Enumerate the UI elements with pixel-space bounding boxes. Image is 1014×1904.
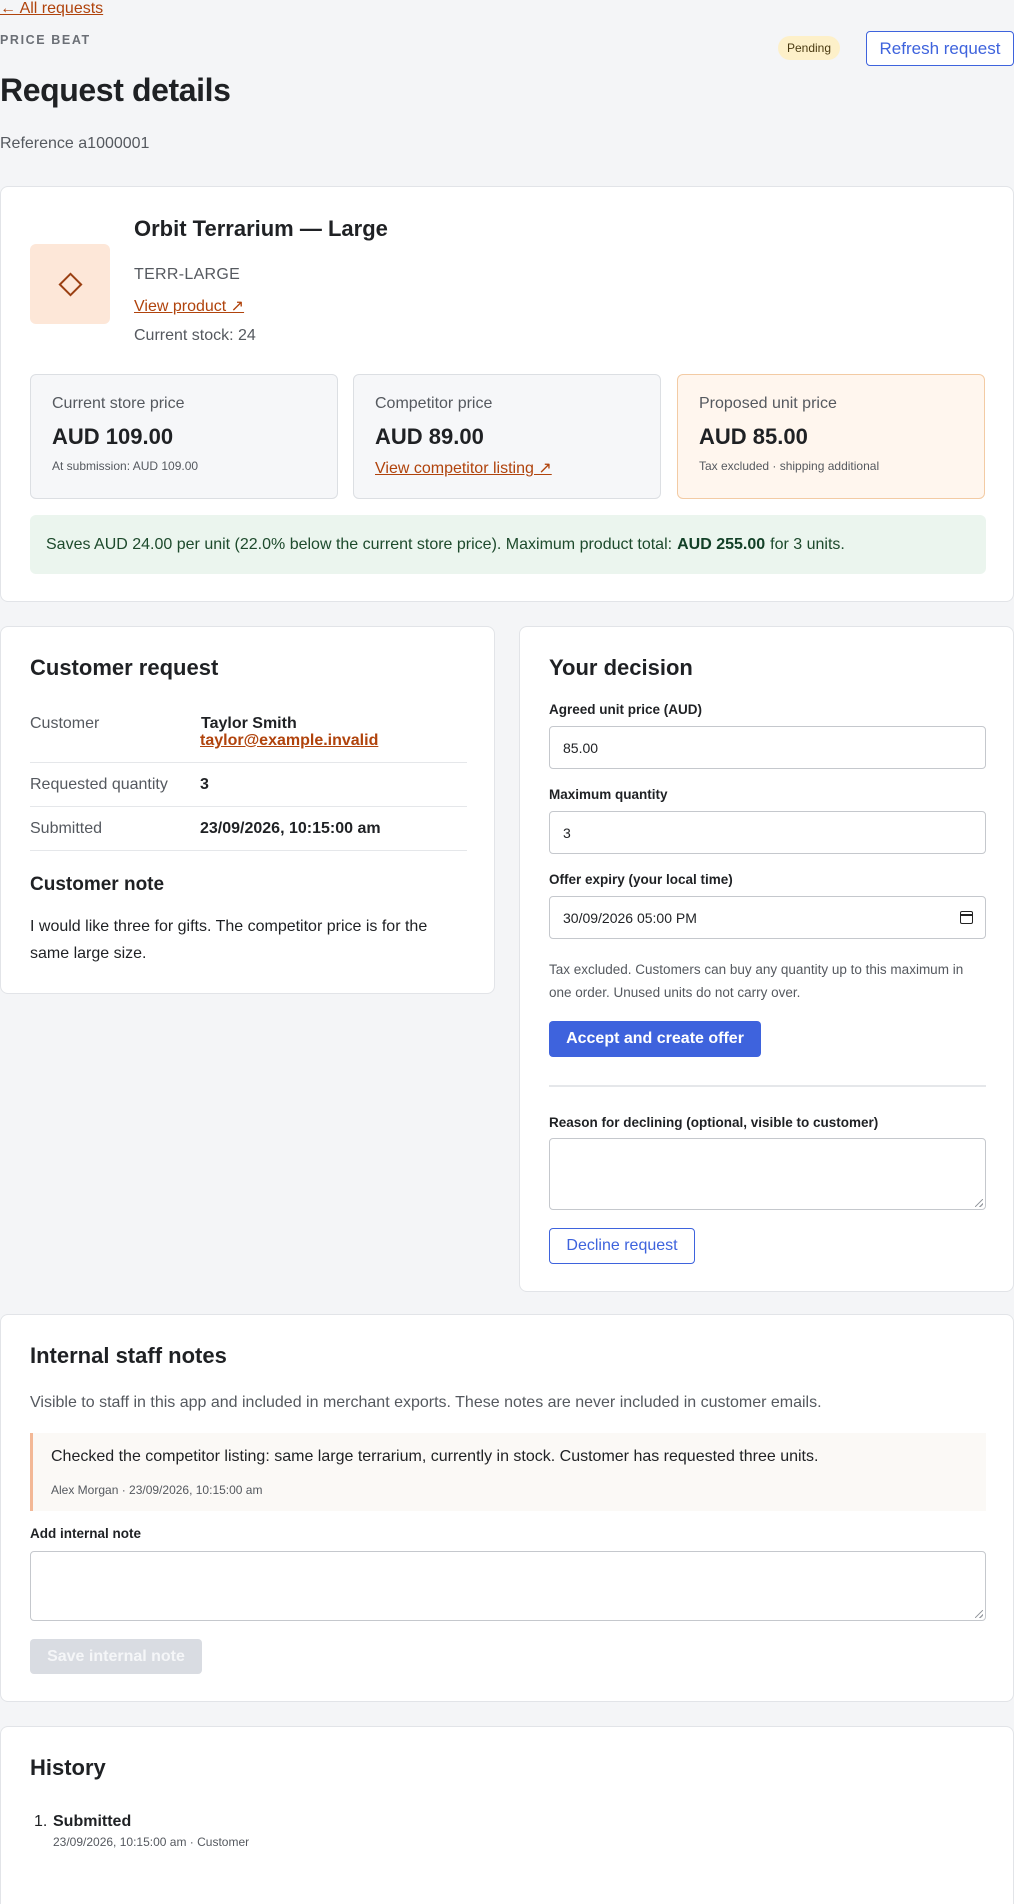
internal-note-textarea[interactable] bbox=[30, 1551, 986, 1621]
all-requests-link[interactable]: ← All requests bbox=[0, 0, 103, 18]
row-divider bbox=[30, 850, 467, 851]
customer-label: Customer bbox=[30, 715, 100, 732]
competitor-price-value: AUD 89.00 bbox=[375, 424, 484, 449]
page-title: Request details bbox=[0, 72, 231, 108]
internal-notes-title: Internal staff notes bbox=[30, 1343, 227, 1368]
submitted-value: 23/09/2026, 10:15:00 am bbox=[200, 820, 381, 837]
offer-expiry-value: 30/09/2026 05:00 PM bbox=[563, 909, 697, 926]
customer-name: Taylor Smith bbox=[201, 715, 297, 732]
save-internal-note-button: Save internal note bbox=[30, 1639, 202, 1674]
maximum-quantity-input[interactable]: 3 bbox=[549, 811, 986, 854]
view-competitor-listing-link[interactable]: View competitor listing ↗ bbox=[375, 458, 552, 478]
row-divider bbox=[30, 762, 467, 763]
agreed-price-input[interactable]: 85.00 bbox=[549, 726, 986, 769]
product-card: Orbit Terrarium — Large TERR-LARGE View … bbox=[0, 186, 1014, 602]
internal-note-meta: Alex Morgan · 23/09/2026, 10:15:00 am bbox=[51, 1483, 263, 1497]
customer-email-link[interactable]: taylor@example.invalid bbox=[200, 732, 378, 750]
savings-text: Saves AUD 24.00 per unit (22.0% below th… bbox=[46, 535, 673, 553]
accept-create-offer-button[interactable]: Accept and create offer bbox=[549, 1021, 761, 1057]
diamond-icon bbox=[57, 271, 83, 297]
savings-units: for 3 units. bbox=[770, 535, 845, 553]
offer-expiry-input[interactable]: 30/09/2026 05:00 PM bbox=[549, 896, 986, 939]
store-price-at-submission: At submission: AUD 109.00 bbox=[52, 459, 199, 473]
decline-reason-label: Reason for declining (optional, visible … bbox=[549, 1115, 879, 1130]
proposed-price-box: Proposed unit price AUD 85.00 Tax exclud… bbox=[677, 374, 985, 499]
decision-card: Your decision Agreed unit price (AUD) 85… bbox=[519, 626, 1014, 1292]
proposed-price-note: Tax excluded · shipping additional bbox=[699, 459, 880, 473]
internal-note-text: Checked the competitor listing: same lar… bbox=[51, 1448, 819, 1465]
product-stock: Current stock: 24 bbox=[134, 327, 256, 344]
history-item-meta: 23/09/2026, 10:15:00 am · Customer bbox=[53, 1835, 250, 1849]
proposed-price-value: AUD 85.00 bbox=[699, 424, 808, 449]
section-divider bbox=[549, 1085, 986, 1087]
decline-reason-textarea[interactable] bbox=[549, 1138, 986, 1210]
refresh-request-button[interactable]: Refresh request bbox=[866, 31, 1014, 66]
product-sku: TERR-LARGE bbox=[134, 266, 241, 283]
savings-total: AUD 255.00 bbox=[677, 535, 766, 553]
competitor-price-box: Competitor price AUD 89.00 View competit… bbox=[353, 374, 661, 499]
requested-quantity-label: Requested quantity bbox=[30, 776, 168, 793]
savings-summary: Saves AUD 24.00 per unit (22.0% below th… bbox=[30, 515, 986, 574]
calendar-icon[interactable] bbox=[960, 911, 973, 924]
customer-note-text: I would like three for gifts. The compet… bbox=[30, 918, 428, 962]
maximum-quantity-label: Maximum quantity bbox=[549, 787, 668, 802]
requested-quantity-value: 3 bbox=[200, 776, 209, 793]
internal-notes-description: Visible to staff in this app and include… bbox=[30, 1394, 822, 1411]
status-badge: Pending bbox=[778, 36, 840, 60]
submitted-label: Submitted bbox=[30, 820, 103, 837]
competitor-price-label: Competitor price bbox=[375, 395, 493, 412]
row-divider bbox=[30, 806, 467, 807]
request-reference: Reference a1000001 bbox=[0, 135, 150, 152]
history-card: History 1. Submitted 23/09/2026, 10:15:0… bbox=[0, 1726, 1014, 1904]
resize-grip-icon[interactable] bbox=[975, 1610, 983, 1618]
store-price-value: AUD 109.00 bbox=[52, 424, 174, 449]
internal-note-entry: Checked the competitor listing: same lar… bbox=[30, 1433, 986, 1511]
customer-request-card: Customer request Customer Taylor Smith t… bbox=[0, 626, 495, 994]
view-product-link[interactable]: View product ↗ bbox=[134, 296, 244, 316]
app-eyebrow: PRICE BEAT bbox=[0, 33, 91, 47]
customer-request-title: Customer request bbox=[30, 655, 219, 680]
internal-notes-card: Internal staff notes Visible to staff in… bbox=[0, 1314, 1014, 1702]
proposed-price-label: Proposed unit price bbox=[699, 395, 837, 412]
history-item-number: 1. bbox=[34, 1813, 48, 1830]
customer-note-title: Customer note bbox=[30, 874, 165, 895]
agreed-price-label: Agreed unit price (AUD) bbox=[549, 702, 703, 717]
history-title: History bbox=[30, 1755, 106, 1780]
product-name: Orbit Terrarium — Large bbox=[134, 216, 388, 241]
store-price-label: Current store price bbox=[52, 395, 185, 412]
decision-help-text: Tax excluded. Customers can buy any quan… bbox=[549, 962, 964, 1000]
offer-expiry-label: Offer expiry (your local time) bbox=[549, 872, 733, 887]
decision-title: Your decision bbox=[549, 655, 693, 680]
add-internal-note-label: Add internal note bbox=[30, 1526, 141, 1541]
resize-grip-icon[interactable] bbox=[975, 1199, 983, 1207]
store-price-box: Current store price AUD 109.00 At submis… bbox=[30, 374, 338, 499]
product-thumbnail bbox=[30, 244, 110, 324]
history-item-event: Submitted bbox=[53, 1813, 132, 1830]
decline-request-button[interactable]: Decline request bbox=[549, 1228, 695, 1264]
